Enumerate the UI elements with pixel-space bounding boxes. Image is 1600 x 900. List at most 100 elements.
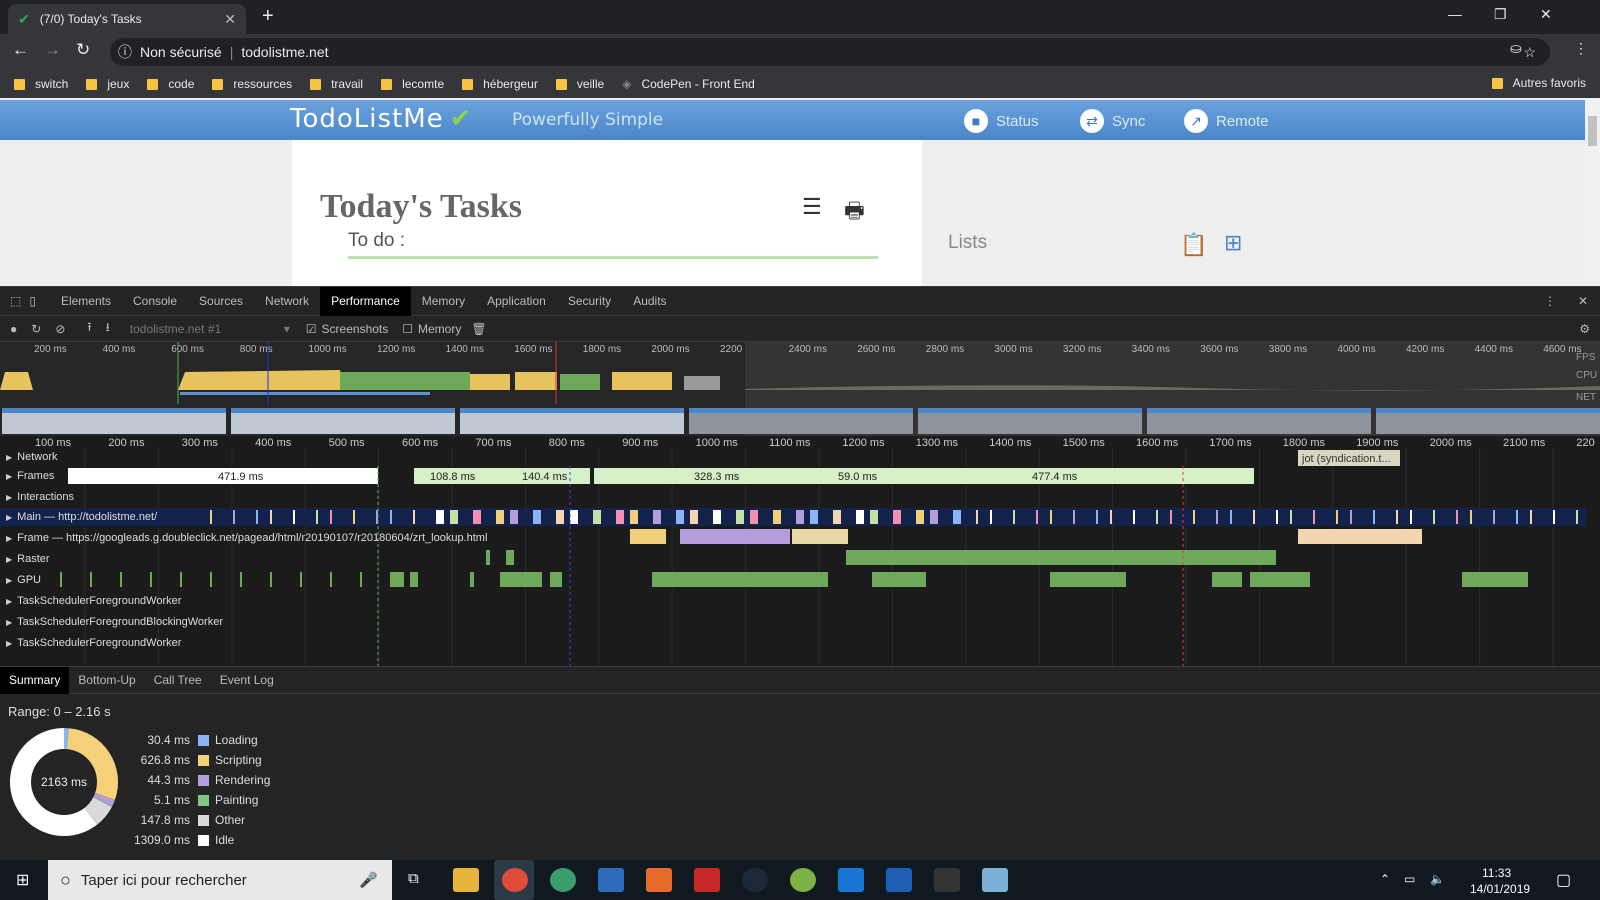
app-logo[interactable]: TodoListMe ✔ <box>290 104 472 134</box>
main-event[interactable] <box>616 510 624 524</box>
main-event[interactable] <box>1230 510 1232 524</box>
main-event[interactable] <box>630 510 638 524</box>
bookmark-switch[interactable]: switch <box>14 77 68 91</box>
main-event[interactable] <box>1170 510 1172 524</box>
bookmark-veille[interactable]: veille <box>555 77 604 91</box>
main-event[interactable] <box>653 510 661 524</box>
remote-button[interactable]: ↗ Remote <box>1184 109 1269 133</box>
tab-performance[interactable]: Performance <box>320 286 411 316</box>
address-bar[interactable]: ⓘ Non sécurisé | todolistme.net ☆ <box>110 38 1550 66</box>
main-event[interactable] <box>436 510 444 524</box>
main-event[interactable] <box>496 510 504 524</box>
restore-icon[interactable]: ❐ <box>1494 6 1507 23</box>
trash-icon[interactable]: 🗑 <box>471 322 486 336</box>
expand-arrow-icon[interactable]: ▶ <box>6 618 12 627</box>
windows-start-icon[interactable]: ⊞ <box>16 870 29 890</box>
main-event[interactable] <box>1493 510 1495 524</box>
main-event[interactable] <box>330 510 332 524</box>
main-event[interactable] <box>1433 510 1435 524</box>
forward-icon[interactable]: → <box>44 40 61 60</box>
bookmark-jeux[interactable]: jeux <box>86 77 129 91</box>
main-event[interactable] <box>533 510 541 524</box>
page-scrollbar[interactable] <box>1585 98 1600 286</box>
main-event[interactable] <box>1110 510 1112 524</box>
extension-icon[interactable]: ⛀ <box>1510 40 1522 57</box>
main-event[interactable] <box>1133 510 1135 524</box>
menu-icon[interactable]: ⋮ <box>1574 40 1588 57</box>
app-icon[interactable] <box>982 868 1008 892</box>
main-event[interactable] <box>570 510 578 524</box>
bookmark-codepen[interactable]: ◈ CodePen - Front End <box>622 77 755 91</box>
scrollbar-thumb[interactable] <box>1588 116 1597 146</box>
main-event[interactable] <box>916 510 924 524</box>
main-event[interactable] <box>1050 510 1052 524</box>
main-event[interactable] <box>353 510 355 524</box>
tab-summary[interactable]: Summary <box>0 666 70 694</box>
clock-date[interactable]: 14/01/2019 <box>1470 882 1530 896</box>
bookmark-travail[interactable]: travail <box>310 77 363 91</box>
track-interactions[interactable]: ▶ Interactions <box>0 488 1586 509</box>
track-network[interactable]: ▶ Network <box>0 448 1586 469</box>
expand-arrow-icon[interactable]: ▶ <box>6 472 12 481</box>
clock-time[interactable]: 11:33 <box>1482 866 1511 880</box>
android-studio-icon[interactable] <box>790 868 816 892</box>
app-icon[interactable] <box>550 868 576 892</box>
add-category-icon[interactable]: ⊞ <box>1224 230 1242 256</box>
main-event[interactable] <box>1470 510 1472 524</box>
list-view-icon[interactable]: ☰ <box>802 194 822 220</box>
main-event[interactable] <box>953 510 961 524</box>
chrome-icon[interactable] <box>502 868 528 892</box>
main-event[interactable] <box>1336 510 1338 524</box>
sync-button[interactable]: ⇄ Sync <box>1080 109 1145 133</box>
main-event[interactable] <box>990 510 992 524</box>
main-event[interactable] <box>1096 510 1098 524</box>
back-icon[interactable]: ← <box>12 40 29 60</box>
battery-icon[interactable]: ▭ <box>1404 872 1415 886</box>
main-event[interactable] <box>256 510 258 524</box>
task-view-icon[interactable]: ⧉ <box>408 870 419 887</box>
expand-arrow-icon[interactable]: ▶ <box>6 534 12 543</box>
tab-event-log[interactable]: Event Log <box>211 667 283 694</box>
settings-icon[interactable]: ⚙ <box>1579 322 1590 336</box>
track-worker-1[interactable]: ▶ TaskSchedulerForegroundWorker <box>0 592 1586 613</box>
minimize-icon[interactable]: — <box>1448 6 1462 22</box>
expand-arrow-icon[interactable]: ▶ <box>6 513 12 522</box>
add-list-icon[interactable]: 📋 <box>1180 232 1207 258</box>
flame-chart[interactable]: 100 ms 200 ms 300 ms 400 ms 500 ms 600 ms 700 … <box>0 436 1600 666</box>
devtools-menu-icon[interactable]: ⋮ <box>1544 294 1556 308</box>
main-event[interactable] <box>1290 510 1292 524</box>
main-event[interactable] <box>1216 510 1218 524</box>
app-icon[interactable] <box>934 868 960 892</box>
track-main[interactable]: ▶ Main — http://todolistme.net/ <box>0 508 180 529</box>
main-event[interactable] <box>270 510 272 524</box>
devtools-close-icon[interactable]: ✕ <box>1578 294 1588 308</box>
main-event[interactable] <box>930 510 938 524</box>
main-event[interactable] <box>1576 510 1578 524</box>
record-icon[interactable]: ● <box>10 322 17 336</box>
file-explorer-icon[interactable] <box>453 868 479 892</box>
main-event[interactable] <box>1276 510 1278 524</box>
word-icon[interactable] <box>886 868 912 892</box>
main-event[interactable] <box>510 510 518 524</box>
xampp-icon[interactable] <box>646 868 672 892</box>
main-event[interactable] <box>833 510 841 524</box>
vscode-icon[interactable] <box>598 868 624 892</box>
bookmark-other[interactable]: Autres favoris <box>1491 76 1586 90</box>
expand-arrow-icon[interactable]: ▶ <box>6 493 12 502</box>
browser-tab[interactable]: ✔ (7/0) Today's Tasks ✕ <box>8 4 246 34</box>
clear-icon[interactable]: ⊘ <box>55 322 65 336</box>
main-event[interactable] <box>210 510 212 524</box>
main-event[interactable] <box>1013 510 1015 524</box>
close-tab-icon[interactable]: ✕ <box>224 11 236 28</box>
track-iframe[interactable]: ▶ Frame — https://googleads.g.doubleclick… <box>0 529 1586 550</box>
track-worker-2[interactable]: ▶ TaskSchedulerForegroundBlockingWorker <box>0 613 1586 634</box>
main-event[interactable] <box>316 510 318 524</box>
main-event[interactable] <box>556 510 564 524</box>
tab-application[interactable]: Application <box>476 287 557 316</box>
main-event[interactable] <box>676 510 684 524</box>
steam-icon[interactable] <box>742 868 768 892</box>
main-event[interactable] <box>593 510 601 524</box>
tab-elements[interactable]: Elements <box>50 287 122 316</box>
taskbar-search[interactable]: ○ Taper ici pour rechercher 🎤 <box>48 860 392 900</box>
main-event[interactable] <box>1193 510 1195 524</box>
